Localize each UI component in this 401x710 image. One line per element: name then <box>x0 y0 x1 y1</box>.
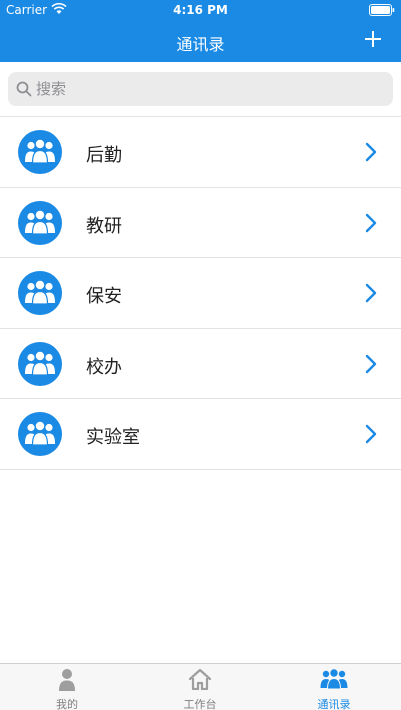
status-time: 4:16 PM <box>173 3 228 17</box>
tab-mine[interactable]: 我的 <box>0 664 134 710</box>
group-avatar-icon <box>18 130 62 174</box>
group-icon <box>320 668 348 690</box>
group-avatar-icon <box>18 341 62 386</box>
list-item[interactable]: 实验室 <box>0 399 401 470</box>
tab-label: 通讯录 <box>317 698 351 710</box>
nav-bar: 通讯录 <box>0 20 401 62</box>
page-title: 通讯录 <box>176 35 225 54</box>
list-item-label: 教研 <box>86 215 122 237</box>
battery-icon <box>369 4 395 19</box>
chevron-right-icon <box>365 354 377 373</box>
list-item[interactable]: 后勤 <box>0 117 401 188</box>
chevron-right-icon <box>365 213 377 232</box>
list-item-label: 校办 <box>86 356 122 378</box>
tab-bar: 我的 工作台 通讯录 <box>0 663 401 710</box>
tab-label: 工作台 <box>183 698 217 710</box>
chevron-right-icon <box>365 424 377 444</box>
tab-workbench[interactable]: 工作台 <box>133 664 267 710</box>
contact-group-list: 后勤 教研 保安 校办 实验室 <box>0 116 401 470</box>
tab-label: 我的 <box>56 698 78 710</box>
group-avatar-icon <box>18 271 62 315</box>
search-icon <box>16 81 32 97</box>
list-item-label: 保安 <box>86 286 122 307</box>
chevron-right-icon <box>365 283 377 303</box>
add-button[interactable] <box>363 29 383 49</box>
list-item[interactable]: 保安 <box>0 258 401 329</box>
group-avatar-icon <box>18 412 62 456</box>
list-item-label: 实验室 <box>86 427 140 448</box>
search-box[interactable] <box>8 72 393 106</box>
list-item[interactable]: 教研 <box>0 188 401 258</box>
status-bar: Carrier 4:16 PM <box>0 0 401 20</box>
list-item[interactable]: 校办 <box>0 329 401 399</box>
list-item-label: 后勤 <box>86 145 122 166</box>
search-bar <box>0 62 401 116</box>
group-avatar-icon <box>18 200 62 245</box>
chevron-right-icon <box>365 142 377 162</box>
search-input[interactable] <box>36 72 386 106</box>
home-icon <box>188 668 212 690</box>
tab-contacts[interactable]: 通讯录 <box>267 664 401 710</box>
plus-icon <box>365 31 381 47</box>
person-icon <box>59 669 75 691</box>
